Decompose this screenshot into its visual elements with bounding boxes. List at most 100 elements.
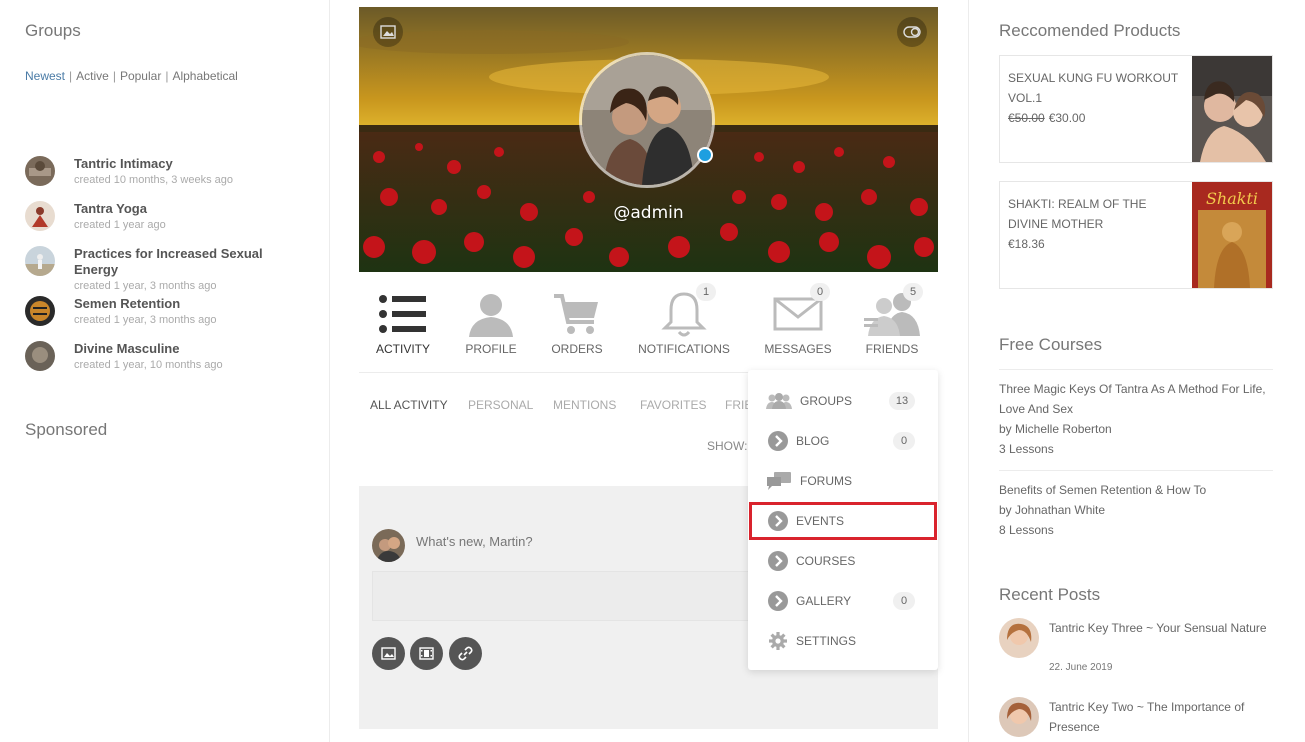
nav-messages[interactable]: MESSAGES 0 — [748, 283, 848, 367]
toggle-icon — [903, 26, 921, 38]
course-lessons: 8 Lessons — [999, 523, 1054, 537]
link-icon — [458, 646, 473, 661]
group-name[interactable]: Divine Masculine — [74, 341, 284, 357]
group-avatar[interactable] — [25, 341, 55, 371]
nav-messages-label: MESSAGES — [764, 342, 832, 356]
nav-friends[interactable]: FRIENDS 5 — [842, 283, 942, 367]
profile-avatar[interactable] — [579, 52, 715, 188]
dropdown-count: 13 — [889, 392, 915, 410]
course-lessons: 3 Lessons — [999, 442, 1054, 456]
product-price: €50.00 €30.00 — [1008, 111, 1085, 125]
dropdown-item-settings[interactable]: SETTINGS — [748, 625, 938, 657]
dropdown-count: 0 — [893, 592, 915, 610]
groups-filter-bar: Newest | Active | Popular | Alphabetical — [25, 69, 238, 83]
post-prompt: What's new, Martin? — [416, 534, 533, 549]
right-sidebar: Reccomended Products SEXUAL KUNG FU WORK… — [968, 0, 1305, 742]
dropdown-item-gallery[interactable]: GALLERY 0 — [748, 585, 938, 617]
groups-icon — [766, 393, 792, 409]
filter-newest[interactable]: Newest — [25, 69, 65, 83]
image-icon — [381, 647, 396, 660]
attach-photo-button[interactable] — [372, 637, 405, 670]
course-item[interactable]: Three Magic Keys Of Tantra As A Method F… — [999, 379, 1273, 459]
nav-profile-label: PROFILE — [465, 342, 517, 356]
film-icon — [419, 647, 434, 660]
nav-activity[interactable]: ACTIVITY — [353, 283, 453, 367]
messages-count-badge: 0 — [810, 283, 830, 301]
dropdown-item-courses[interactable]: COURSES — [748, 545, 938, 577]
dropdown-label: BLOG — [796, 434, 830, 448]
group-avatar[interactable] — [25, 246, 55, 276]
recent-post-thumbnail[interactable] — [999, 697, 1039, 737]
product-image[interactable]: Shakti — [1192, 182, 1272, 288]
recommended-widget-title: Reccomended Products — [999, 21, 1181, 40]
profile-nav: ACTIVITY PROFILE ORDERS NOTIFICATIONS 1 — [359, 283, 938, 373]
dropdown-label: FORUMS — [800, 474, 852, 488]
filter-popular[interactable]: Popular — [120, 69, 161, 83]
recent-post-thumbnail[interactable] — [999, 618, 1039, 658]
group-meta: created 1 year ago — [74, 219, 166, 231]
filter-active[interactable]: Active — [76, 69, 109, 83]
nav-friends-label: FRIENDS — [865, 342, 919, 356]
course-title[interactable]: Three Magic Keys Of Tantra As A Method F… — [999, 379, 1273, 419]
product-sale-price: €30.00 — [1048, 111, 1086, 125]
product-card[interactable]: SEXUAL KUNG FU WORKOUT VOL.1 €50.00 €30.0… — [999, 55, 1273, 163]
tab-mentions[interactable]: MENTIONS — [553, 398, 616, 412]
show-filter-label: SHOW: — [707, 439, 748, 453]
image-icon — [380, 25, 396, 39]
tab-all-activity[interactable]: ALL ACTIVITY — [370, 398, 448, 412]
filter-alphabetical[interactable]: Alphabetical — [172, 69, 237, 83]
group-avatar[interactable] — [25, 296, 55, 326]
nav-activity-label: ACTIVITY — [375, 342, 430, 356]
course-author: by Johnathan White — [999, 503, 1106, 517]
post-user-avatar — [372, 529, 405, 562]
nav-profile[interactable]: PROFILE — [441, 283, 541, 367]
course-title[interactable]: Benefits of Semen Retention & How To — [999, 480, 1273, 500]
profile-username: @admin — [613, 203, 684, 223]
envelope-icon — [773, 297, 823, 331]
gear-icon — [769, 632, 787, 650]
product-card[interactable]: SHAKTI: REALM OF THE DIVINE MOTHER €18.3… — [999, 181, 1273, 289]
dropdown-item-forums[interactable]: FORUMS — [748, 465, 938, 497]
group-name[interactable]: Practices for Increased Sexual Energy — [74, 246, 284, 278]
change-cover-button[interactable] — [373, 17, 403, 47]
group-meta: created 1 year, 10 months ago — [74, 359, 223, 371]
attach-video-button[interactable] — [410, 637, 443, 670]
group-meta: created 10 months, 3 weeks ago — [74, 174, 233, 186]
groups-widget-title: Groups — [25, 21, 81, 40]
group-name[interactable]: Tantric Intimacy — [74, 156, 284, 172]
nav-notifications[interactable]: NOTIFICATIONS 1 — [634, 283, 734, 367]
notifications-count-badge: 1 — [696, 283, 716, 301]
tab-favorites[interactable]: FAVORITES — [640, 398, 706, 412]
course-author: by Michelle Roberton — [999, 422, 1112, 436]
group-avatar[interactable] — [25, 201, 55, 231]
recent-post-title[interactable]: Tantric Key Two ~ The Importance of Pres… — [1049, 697, 1273, 737]
left-sidebar: Groups Newest | Active | Popular | Alphabetica… — [0, 0, 330, 742]
group-meta: created 1 year, 3 months ago — [74, 280, 217, 292]
online-status-indicator — [697, 147, 713, 163]
recent-post-title[interactable]: Tantric Key Three ~ Your Sensual Nature — [1049, 618, 1273, 638]
product-image[interactable] — [1192, 56, 1272, 162]
cover-photo: @admin — [359, 7, 938, 272]
friends-count-badge: 5 — [903, 283, 923, 301]
tab-personal[interactable]: PERSONAL — [468, 398, 533, 412]
list-icon — [379, 295, 426, 333]
profile-more-dropdown: GROUPS 13 BLOG 0 FORUMS EVENTS COURSES G… — [748, 370, 938, 670]
dropdown-item-groups[interactable]: GROUPS 13 — [748, 385, 938, 417]
group-name[interactable]: Semen Retention — [74, 296, 284, 312]
svg-text:Shakti: Shakti — [1206, 189, 1258, 208]
product-name[interactable]: SEXUAL KUNG FU WORKOUT VOL.1 — [1008, 68, 1188, 108]
group-meta: created 1 year, 3 months ago — [74, 314, 217, 326]
course-item[interactable]: Benefits of Semen Retention & How To by … — [999, 480, 1273, 540]
sponsored-widget-title: Sponsored — [25, 420, 108, 439]
group-name[interactable]: Tantra Yoga — [74, 201, 284, 217]
attach-link-button[interactable] — [449, 637, 482, 670]
forums-icon — [767, 472, 791, 490]
nav-orders[interactable]: ORDERS — [527, 283, 627, 367]
product-price: €18.36 — [1008, 237, 1045, 251]
events-highlight-box — [749, 502, 937, 540]
toggle-button[interactable] — [897, 17, 927, 47]
group-avatar[interactable] — [25, 156, 55, 186]
dropdown-item-blog[interactable]: BLOG 0 — [748, 425, 938, 457]
product-name[interactable]: SHAKTI: REALM OF THE DIVINE MOTHER — [1008, 194, 1188, 234]
user-icon — [469, 294, 513, 337]
